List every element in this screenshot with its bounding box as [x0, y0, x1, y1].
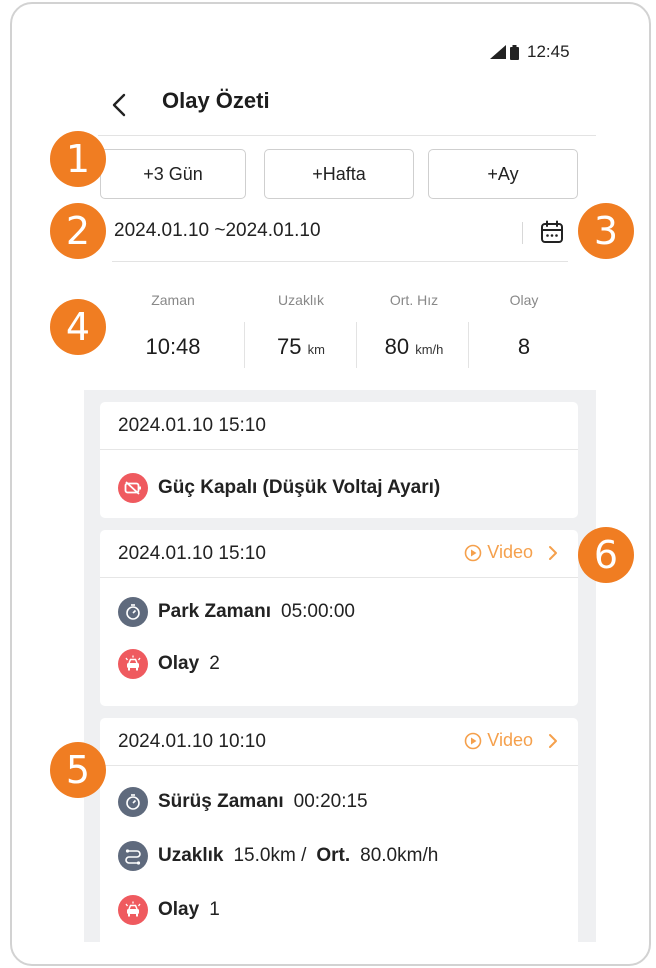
stat-value-number: 10:48: [145, 334, 201, 359]
row-label: Uzaklık: [158, 845, 224, 866]
event-row: Olay 1: [118, 894, 220, 926]
stat-distance: Uzaklık 75 km: [241, 280, 361, 376]
row-value: 2: [209, 653, 220, 674]
summary-stats: Zaman 10:48 Uzaklık 75 km Ort. Hız 80 km…: [98, 280, 596, 376]
stat-label: Ort. Hız: [389, 292, 439, 308]
status-time: 12:45: [527, 42, 570, 61]
callout-badge-4: 4: [50, 299, 106, 355]
car-event-icon: [118, 649, 148, 679]
card-timestamp: 2024.01.10 10:10: [118, 731, 266, 752]
row-value-secondary: 80.0km/h: [360, 845, 439, 866]
video-label: Video: [487, 730, 533, 750]
event-card[interactable]: 2024.01.10 10:10 Video Sürüş Zamanı 00:2…: [100, 718, 578, 948]
app-header: Olay Özeti: [98, 80, 596, 136]
row-label: Sürüş Zamanı: [158, 791, 284, 812]
timer-icon: [118, 787, 148, 817]
row-label-secondary: Ort.: [316, 845, 351, 866]
plus-3-days-button[interactable]: +3 Gün: [100, 149, 246, 199]
event-text: Güç Kapalı (Düşük Voltaj Ayarı): [158, 477, 441, 498]
battery-icon: [510, 44, 519, 60]
stat-value: 75 km: [241, 334, 361, 360]
callout-badge-3: 3: [578, 203, 634, 259]
stat-label: Olay: [509, 292, 539, 308]
card-timestamp: 2024.01.10 15:10: [118, 543, 266, 564]
callout-badge-5: 5: [50, 742, 106, 798]
event-row: Olay 2: [118, 648, 220, 680]
car-event-icon: [118, 895, 148, 925]
row-value: 1: [209, 899, 220, 920]
callout-badge-1: 1: [50, 131, 106, 187]
event-card[interactable]: 2024.01.10 15:10 Güç Kapalı (Düşük Volta…: [100, 402, 578, 518]
play-circle-icon: [464, 732, 482, 749]
stat-unit: km: [307, 342, 325, 357]
page-title: Olay Özeti: [162, 88, 270, 113]
stat-avg-speed: Ort. Hız 80 km/h: [354, 280, 474, 376]
row-label: Olay: [158, 653, 200, 674]
row-value: 00:20:15: [293, 791, 368, 812]
video-link[interactable]: Video: [464, 730, 560, 751]
stat-events: Olay 8: [464, 280, 584, 376]
callout-badge-6: 6: [578, 527, 634, 583]
play-circle-icon: [464, 544, 482, 561]
stat-label: Zaman: [151, 292, 195, 308]
stat-value: 8: [464, 334, 584, 360]
timer-icon: [118, 597, 148, 627]
row-label: Olay: [158, 899, 200, 920]
row-value: 05:00:00: [281, 601, 355, 622]
row-label: Park Zamanı: [158, 601, 271, 622]
stat-label: Uzaklık: [278, 292, 324, 308]
event-card[interactable]: 2024.01.10 15:10 Video Park Zamanı 05:00…: [100, 530, 578, 706]
card-timestamp: 2024.01.10 15:10: [118, 415, 266, 436]
event-row: Park Zamanı 05:00:00: [118, 596, 355, 628]
route-icon: [118, 841, 148, 871]
calendar-icon: [541, 220, 563, 243]
plus-month-button[interactable]: +Ay: [428, 149, 578, 199]
chevron-right-icon: [549, 545, 557, 560]
card-header: 2024.01.10 15:10 Video: [100, 530, 578, 578]
event-row: Uzaklık 15.0km / Ort. 80.0km/h: [118, 840, 438, 872]
date-range-row[interactable]: 2024.01.10 ~2024.01.10: [112, 210, 568, 262]
stat-time: Zaman 10:48: [113, 280, 233, 376]
calendar-button[interactable]: [540, 220, 566, 246]
date-range-text: 2024.01.10 ~2024.01.10: [114, 220, 321, 241]
video-label: Video: [487, 542, 533, 562]
event-row: Sürüş Zamanı 00:20:15: [118, 786, 368, 818]
power-off-icon: [118, 473, 148, 503]
chevron-right-icon: [549, 733, 557, 748]
stat-value-number: 75: [277, 334, 302, 359]
date-divider: [522, 222, 523, 244]
callout-badge-2: 2: [50, 203, 106, 259]
back-button[interactable]: [104, 90, 134, 120]
signal-icon: [490, 45, 506, 59]
card-header: 2024.01.10 15:10: [100, 402, 578, 450]
stat-unit: km/h: [415, 342, 444, 357]
row-value: 15.0km /: [233, 845, 307, 866]
status-bar: 12:45: [490, 40, 570, 64]
stat-value: 80 km/h: [354, 334, 474, 360]
stat-value: 10:48: [113, 334, 233, 360]
plus-week-button[interactable]: +Hafta: [264, 149, 414, 199]
card-header: 2024.01.10 10:10 Video: [100, 718, 578, 766]
event-row: Güç Kapalı (Düşük Voltaj Ayarı): [118, 472, 440, 504]
video-link[interactable]: Video: [464, 542, 560, 563]
chevron-left-icon: [112, 93, 126, 117]
stat-value-number: 8: [517, 334, 531, 359]
stat-value-number: 80: [384, 334, 410, 359]
